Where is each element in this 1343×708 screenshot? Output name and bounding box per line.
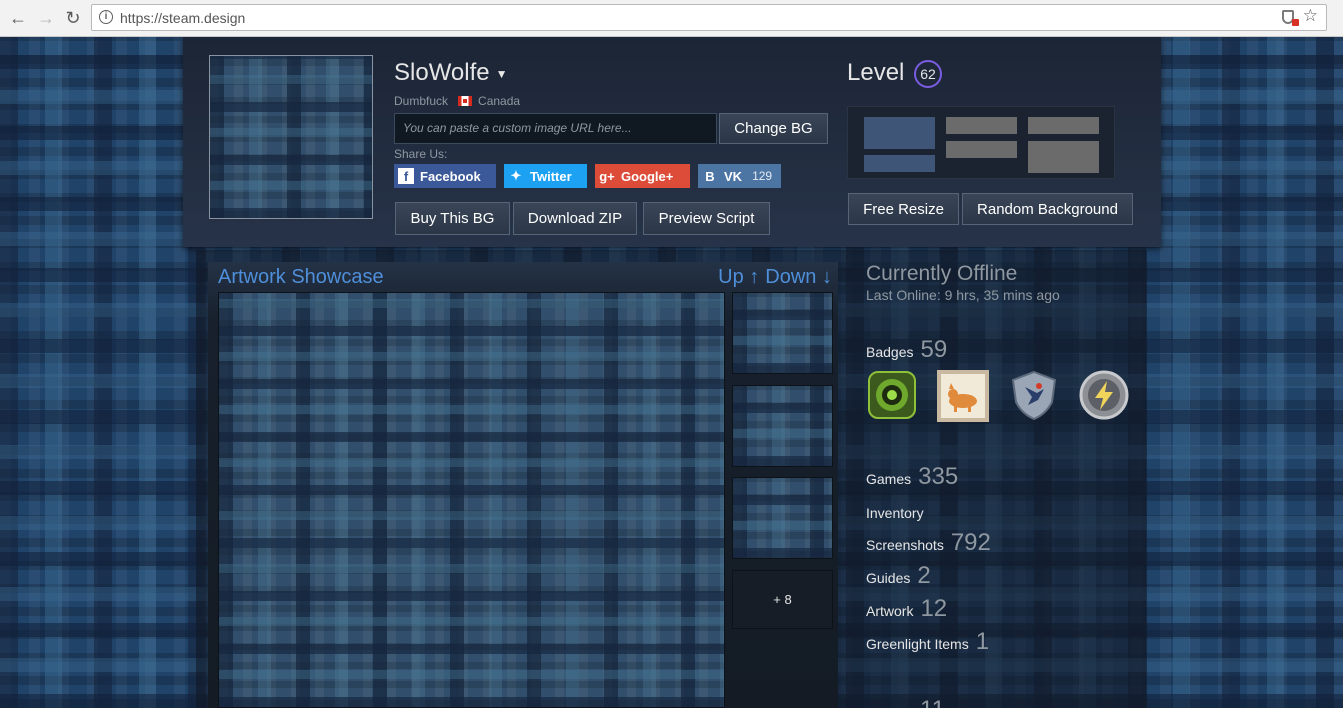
showcase-thumbnail[interactable] bbox=[732, 292, 833, 374]
preview-block bbox=[946, 117, 1017, 134]
google-plus-share-button[interactable]: g+ Google+ bbox=[595, 164, 690, 188]
badges-stat[interactable]: Badges 59 bbox=[866, 336, 947, 364]
custom-image-url-input[interactable]: You can paste a custom image URL here... bbox=[394, 113, 717, 144]
greenlight-label: Greenlight Items bbox=[866, 636, 969, 652]
green-eye-badge-icon[interactable] bbox=[866, 369, 918, 421]
real-name-row: Dumbfuck Canada bbox=[394, 94, 520, 108]
wolf-shield-badge-icon[interactable] bbox=[1008, 369, 1060, 421]
real-name: Dumbfuck bbox=[394, 94, 449, 108]
more-artwork-button[interactable]: + 8 bbox=[732, 570, 833, 629]
facebook-icon: f bbox=[398, 168, 414, 184]
free-resize-button[interactable]: Free Resize bbox=[848, 193, 959, 225]
buy-bg-button[interactable]: Buy This BG bbox=[395, 202, 510, 235]
address-bar[interactable]: i https://steam.design ☆ bbox=[91, 4, 1327, 31]
vk-share-count: 129 bbox=[752, 169, 773, 183]
change-bg-button[interactable]: Change BG bbox=[719, 113, 828, 144]
showcase-thumbnail[interactable] bbox=[732, 477, 833, 559]
corgi-badge-icon[interactable] bbox=[936, 369, 989, 422]
google-plus-icon: g+ bbox=[599, 168, 615, 184]
level-badge: 62 bbox=[914, 60, 942, 88]
avatar[interactable] bbox=[209, 55, 373, 219]
preview-block bbox=[864, 155, 935, 172]
profile-content: Artwork Showcase Up ↑ Down ↓ + 8 Current… bbox=[196, 250, 1147, 708]
showcase-main-artwork[interactable] bbox=[218, 292, 725, 708]
random-background-button[interactable]: Random Background bbox=[962, 193, 1133, 225]
preview-script-button[interactable]: Preview Script bbox=[643, 202, 770, 235]
twitter-label: Twitter bbox=[530, 168, 572, 184]
games-stat[interactable]: Games 335 bbox=[866, 463, 958, 491]
inventory-link[interactable]: Inventory bbox=[866, 505, 924, 521]
inventory-label: Inventory bbox=[866, 505, 924, 521]
browser-toolbar: ← → ↻ i https://steam.design ☆ bbox=[0, 0, 1343, 37]
level-label: Level bbox=[847, 59, 905, 86]
info-icon[interactable]: i bbox=[99, 10, 113, 24]
download-zip-button[interactable]: Download ZIP bbox=[513, 202, 637, 235]
greenlight-count: 1 bbox=[975, 628, 990, 655]
google-plus-label: Google+ bbox=[621, 168, 674, 184]
profile-header: SloWolfe ▼ Dumbfuck Canada You can paste … bbox=[183, 37, 1161, 247]
page-background: SloWolfe ▼ Dumbfuck Canada You can paste … bbox=[0, 37, 1343, 708]
partial-stat-count: 11 bbox=[920, 696, 945, 708]
reload-icon[interactable]: ↻ bbox=[61, 6, 85, 30]
artwork-count: 12 bbox=[920, 595, 948, 622]
vk-share-button[interactable]: В VK 129 bbox=[698, 164, 781, 188]
back-arrow-icon[interactable]: ← bbox=[6, 6, 30, 30]
lightning-coin-badge-icon[interactable] bbox=[1078, 369, 1130, 421]
country: Canada bbox=[478, 94, 521, 108]
badges-label: Badges bbox=[866, 344, 914, 360]
artwork-stat[interactable]: Artwork 12 bbox=[866, 595, 947, 623]
showcase-reorder: Up ↑ Down ↓ bbox=[718, 266, 832, 289]
facebook-share-button[interactable]: f Facebook bbox=[394, 164, 496, 188]
persona-name-text: SloWolfe bbox=[394, 59, 490, 86]
preview-block bbox=[946, 141, 1017, 158]
chevron-down-icon[interactable]: ▼ bbox=[496, 67, 508, 81]
persona-name[interactable]: SloWolfe ▼ bbox=[394, 59, 508, 87]
showcase-title: Artwork Showcase bbox=[218, 266, 384, 288]
games-count: 335 bbox=[918, 463, 959, 490]
layout-preview bbox=[847, 106, 1115, 179]
twitter-icon: ✦ bbox=[510, 168, 522, 183]
facebook-label: Facebook bbox=[420, 168, 481, 184]
forward-arrow-icon[interactable]: → bbox=[34, 6, 58, 30]
partial-stat[interactable]: 11 bbox=[866, 696, 945, 708]
artwork-showcase: Artwork Showcase Up ↑ Down ↓ + 8 bbox=[208, 262, 838, 708]
guides-stat[interactable]: Guides 2 bbox=[866, 562, 931, 590]
profile-sidebar: Currently Offline Last Online: 9 hrs, 35… bbox=[866, 250, 1146, 708]
screenshots-label: Screenshots bbox=[866, 537, 944, 553]
bookmark-star-icon[interactable]: ☆ bbox=[1303, 7, 1318, 24]
preview-block bbox=[1028, 141, 1099, 173]
vk-label: VK bbox=[724, 168, 743, 184]
games-label: Games bbox=[866, 471, 912, 487]
move-up-link[interactable]: Up ↑ bbox=[718, 266, 759, 289]
greenlight-stat[interactable]: Greenlight Items 1 bbox=[866, 628, 989, 656]
address-url[interactable]: https://steam.design bbox=[120, 10, 245, 26]
twitter-share-button[interactable]: ✦ Twitter bbox=[504, 164, 587, 188]
vk-icon: В bbox=[705, 168, 715, 184]
badges-count: 59 bbox=[920, 336, 948, 363]
artwork-label: Artwork bbox=[866, 603, 914, 619]
share-label: Share Us: bbox=[394, 147, 448, 161]
move-down-link[interactable]: Down ↓ bbox=[765, 266, 832, 289]
preview-block bbox=[1028, 117, 1099, 134]
shield-extension-icon[interactable] bbox=[1282, 10, 1299, 26]
guides-count: 2 bbox=[917, 562, 931, 589]
preview-block bbox=[864, 117, 935, 149]
online-status: Currently Offline bbox=[866, 262, 1018, 285]
screenshots-stat[interactable]: Screenshots 792 bbox=[866, 529, 991, 557]
last-online: Last Online: 9 hrs, 35 mins ago bbox=[866, 287, 1060, 303]
guides-label: Guides bbox=[866, 570, 911, 586]
canada-flag-icon bbox=[458, 96, 473, 106]
showcase-thumbnail[interactable] bbox=[732, 385, 833, 467]
screenshots-count: 792 bbox=[950, 529, 991, 556]
